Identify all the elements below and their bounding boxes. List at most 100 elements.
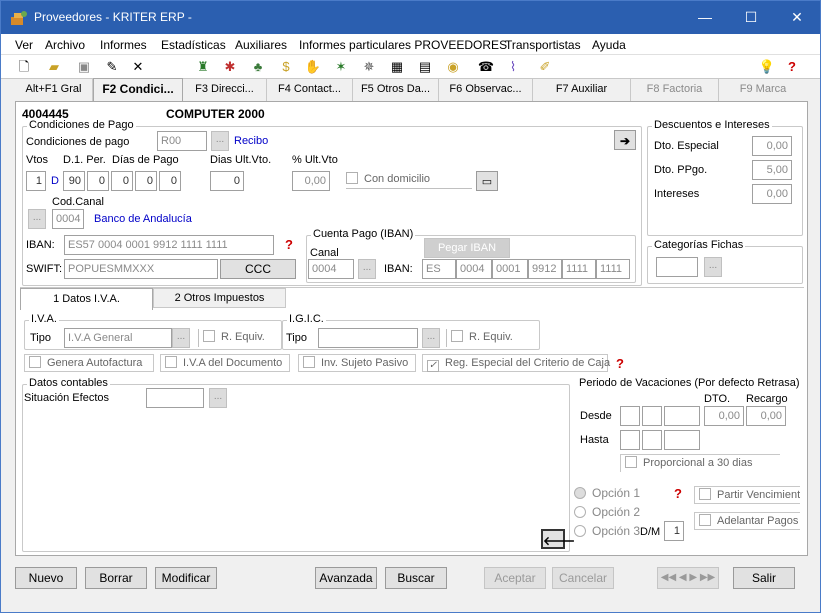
categoria-lookup-button[interactable]: ... — [704, 257, 722, 277]
lightbulb-icon[interactable]: 💡 — [758, 58, 776, 76]
iban-part-6[interactable]: 1111 — [596, 259, 630, 279]
record-navigation[interactable]: ◀◀ ◀ ▶ ▶▶ — [657, 567, 719, 589]
genera-autofactura-checkbox[interactable]: Genera Autofactura — [24, 354, 154, 372]
buscar-button[interactable]: Buscar — [385, 567, 447, 589]
menu-auxiliares[interactable]: Auxiliares — [235, 38, 287, 52]
opcion1-radio[interactable]: Opción 1 — [574, 486, 640, 500]
menu-ayuda[interactable]: Ayuda — [592, 38, 626, 52]
d1-field[interactable]: 90 — [63, 171, 85, 191]
cd-icon[interactable]: ◉ — [444, 58, 462, 76]
hasta-day-field[interactable] — [620, 430, 640, 450]
situacion-efectos-field[interactable] — [146, 388, 204, 408]
hasta-year-field[interactable] — [664, 430, 700, 450]
pct-ult-field[interactable]: 0,00 — [292, 171, 330, 191]
vac-dto-field[interactable]: 0,00 — [704, 406, 744, 426]
modificar-button[interactable]: Modificar — [155, 567, 217, 589]
menu-transportistas[interactable]: Transportistas — [505, 38, 581, 52]
categoria-field[interactable] — [656, 257, 698, 277]
graph-icon[interactable]: ✶ — [332, 58, 350, 76]
menu-estadisticas[interactable]: Estadísticas — [161, 38, 226, 52]
iban-part-2[interactable]: 0004 — [456, 259, 492, 279]
open-folder-icon[interactable]: ▰ — [45, 58, 63, 76]
desde-day-field[interactable] — [620, 406, 640, 426]
canal-lookup-button[interactable]: ... — [358, 259, 376, 279]
ribbon-icon[interactable]: ✵ — [360, 58, 378, 76]
canal-field[interactable]: 0004 — [308, 259, 354, 279]
desde-month-field[interactable] — [642, 406, 662, 426]
grid-icon[interactable]: ▦ — [388, 58, 406, 76]
igic-lookup-button[interactable]: ... — [422, 328, 440, 348]
arrow-left-button[interactable]: 🡐 — [541, 529, 575, 549]
tab-direcciones[interactable]: F3 Direcci... — [183, 79, 267, 101]
salir-button[interactable]: Salir — [733, 567, 795, 589]
dias-field-4[interactable]: 0 — [159, 171, 181, 191]
edit-icon[interactable]: ✎ — [103, 58, 121, 76]
iva-tipo-field[interactable]: I.V.A General — [64, 328, 172, 348]
phone-icon[interactable]: ☎ — [477, 58, 495, 76]
menu-informes[interactable]: Informes — [100, 38, 147, 52]
vac-recargo-field[interactable]: 0,00 — [746, 406, 786, 426]
minimize-button[interactable]: — — [682, 1, 728, 34]
star-icon[interactable]: ✱ — [221, 58, 239, 76]
delete-icon[interactable]: ✕ — [129, 58, 147, 76]
arrow-right-button[interactable]: ➔ — [614, 130, 636, 150]
nuevo-button[interactable]: Nuevo — [15, 567, 77, 589]
iban-help-icon[interactable]: ? — [285, 237, 293, 252]
menu-informes-particulares[interactable]: Informes particulares PROVEEDORES — [299, 38, 507, 52]
dias-field-1[interactable]: 0 — [87, 171, 109, 191]
dollar-icon[interactable]: $ — [277, 58, 295, 76]
clip-icon[interactable]: ⌇ — [504, 58, 522, 76]
intereses-field[interactable]: 0,00 — [752, 184, 792, 204]
condiciones-code-field[interactable]: R00 — [157, 131, 207, 151]
dto-ppgo-field[interactable]: 5,00 — [752, 160, 792, 180]
dias-ult-field[interactable]: 0 — [210, 171, 244, 191]
subtab-datos-iva[interactable]: 1 Datos I.V.A. — [20, 288, 153, 310]
menu-ver[interactable]: Ver — [15, 38, 33, 52]
adelantar-pagos-checkbox[interactable]: Adelantar Pagos — [694, 512, 800, 530]
close-button[interactable]: ✕ — [774, 1, 820, 34]
reg-especial-help-icon[interactable]: ? — [616, 356, 624, 371]
iva-lookup-button[interactable]: ... — [172, 328, 190, 348]
tab-observaciones[interactable]: F6 Observac... — [439, 79, 533, 101]
dm-field[interactable]: 1 — [664, 521, 684, 541]
hand-icon[interactable]: ✋ — [304, 58, 322, 76]
condiciones-lookup-button[interactable]: ... — [211, 131, 229, 151]
cod-canal-lookup-button[interactable]: ... — [28, 209, 46, 229]
tab-contactos[interactable]: F4 Contact... — [267, 79, 353, 101]
tab-condiciones[interactable]: F2 Condici... — [93, 78, 183, 101]
situacion-lookup-button[interactable]: ... — [209, 388, 227, 408]
tree-icon[interactable]: ♣ — [249, 58, 267, 76]
hasta-month-field[interactable] — [642, 430, 662, 450]
igic-tipo-field[interactable] — [318, 328, 418, 348]
iva-documento-checkbox[interactable]: I.V.A del Documento — [160, 354, 290, 372]
iban-field[interactable]: ES57 0004 0001 9912 1111 1111 — [64, 235, 274, 255]
cod-canal-field[interactable]: 0004 — [52, 209, 84, 229]
tab-gral[interactable]: Alt+F1 Gral — [15, 79, 93, 101]
con-domicilio-checkbox[interactable]: Con domicilio — [346, 171, 472, 189]
dias-field-2[interactable]: 0 — [111, 171, 133, 191]
menu-archivo[interactable]: Archivo — [45, 38, 85, 52]
tab-factoria[interactable]: F8 Factoria — [631, 79, 719, 101]
partir-vencimiento-checkbox[interactable]: Partir Vencimient — [694, 486, 800, 504]
borrar-button[interactable]: Borrar — [85, 567, 147, 589]
tool-icon[interactable]: ♜ — [194, 58, 212, 76]
tab-marca[interactable]: F9 Marca — [719, 79, 807, 101]
iban-part-4[interactable]: 9912 — [528, 259, 562, 279]
opcion3-radio[interactable]: Opción 3 — [574, 524, 640, 538]
swift-field[interactable]: POPUESMMXXX — [64, 259, 218, 279]
cancelar-button[interactable]: Cancelar — [552, 567, 614, 589]
help-icon[interactable]: ? — [783, 58, 801, 76]
save-icon[interactable]: ▣ — [75, 58, 93, 76]
proporcional-checkbox[interactable]: Proporcional a 30 dias — [620, 454, 780, 472]
ccc-button[interactable]: CCC — [220, 259, 296, 279]
tab-otros-datos[interactable]: F5 Otros Da... — [353, 79, 439, 101]
doc-icon[interactable]: ▤ — [416, 58, 434, 76]
subtab-otros-impuestos[interactable]: 2 Otros Impuestos — [153, 288, 286, 308]
igic-requiv-checkbox[interactable]: R. Equiv. — [446, 329, 526, 347]
pegar-iban-button[interactable]: Pegar IBAN — [424, 238, 510, 258]
opciones-help-icon[interactable]: ? — [674, 486, 682, 501]
new-doc-icon[interactable]: 🗋 — [15, 58, 33, 76]
iban-part-3[interactable]: 0001 — [492, 259, 528, 279]
aceptar-button[interactable]: Aceptar — [484, 567, 546, 589]
dto-especial-field[interactable]: 0,00 — [752, 136, 792, 156]
